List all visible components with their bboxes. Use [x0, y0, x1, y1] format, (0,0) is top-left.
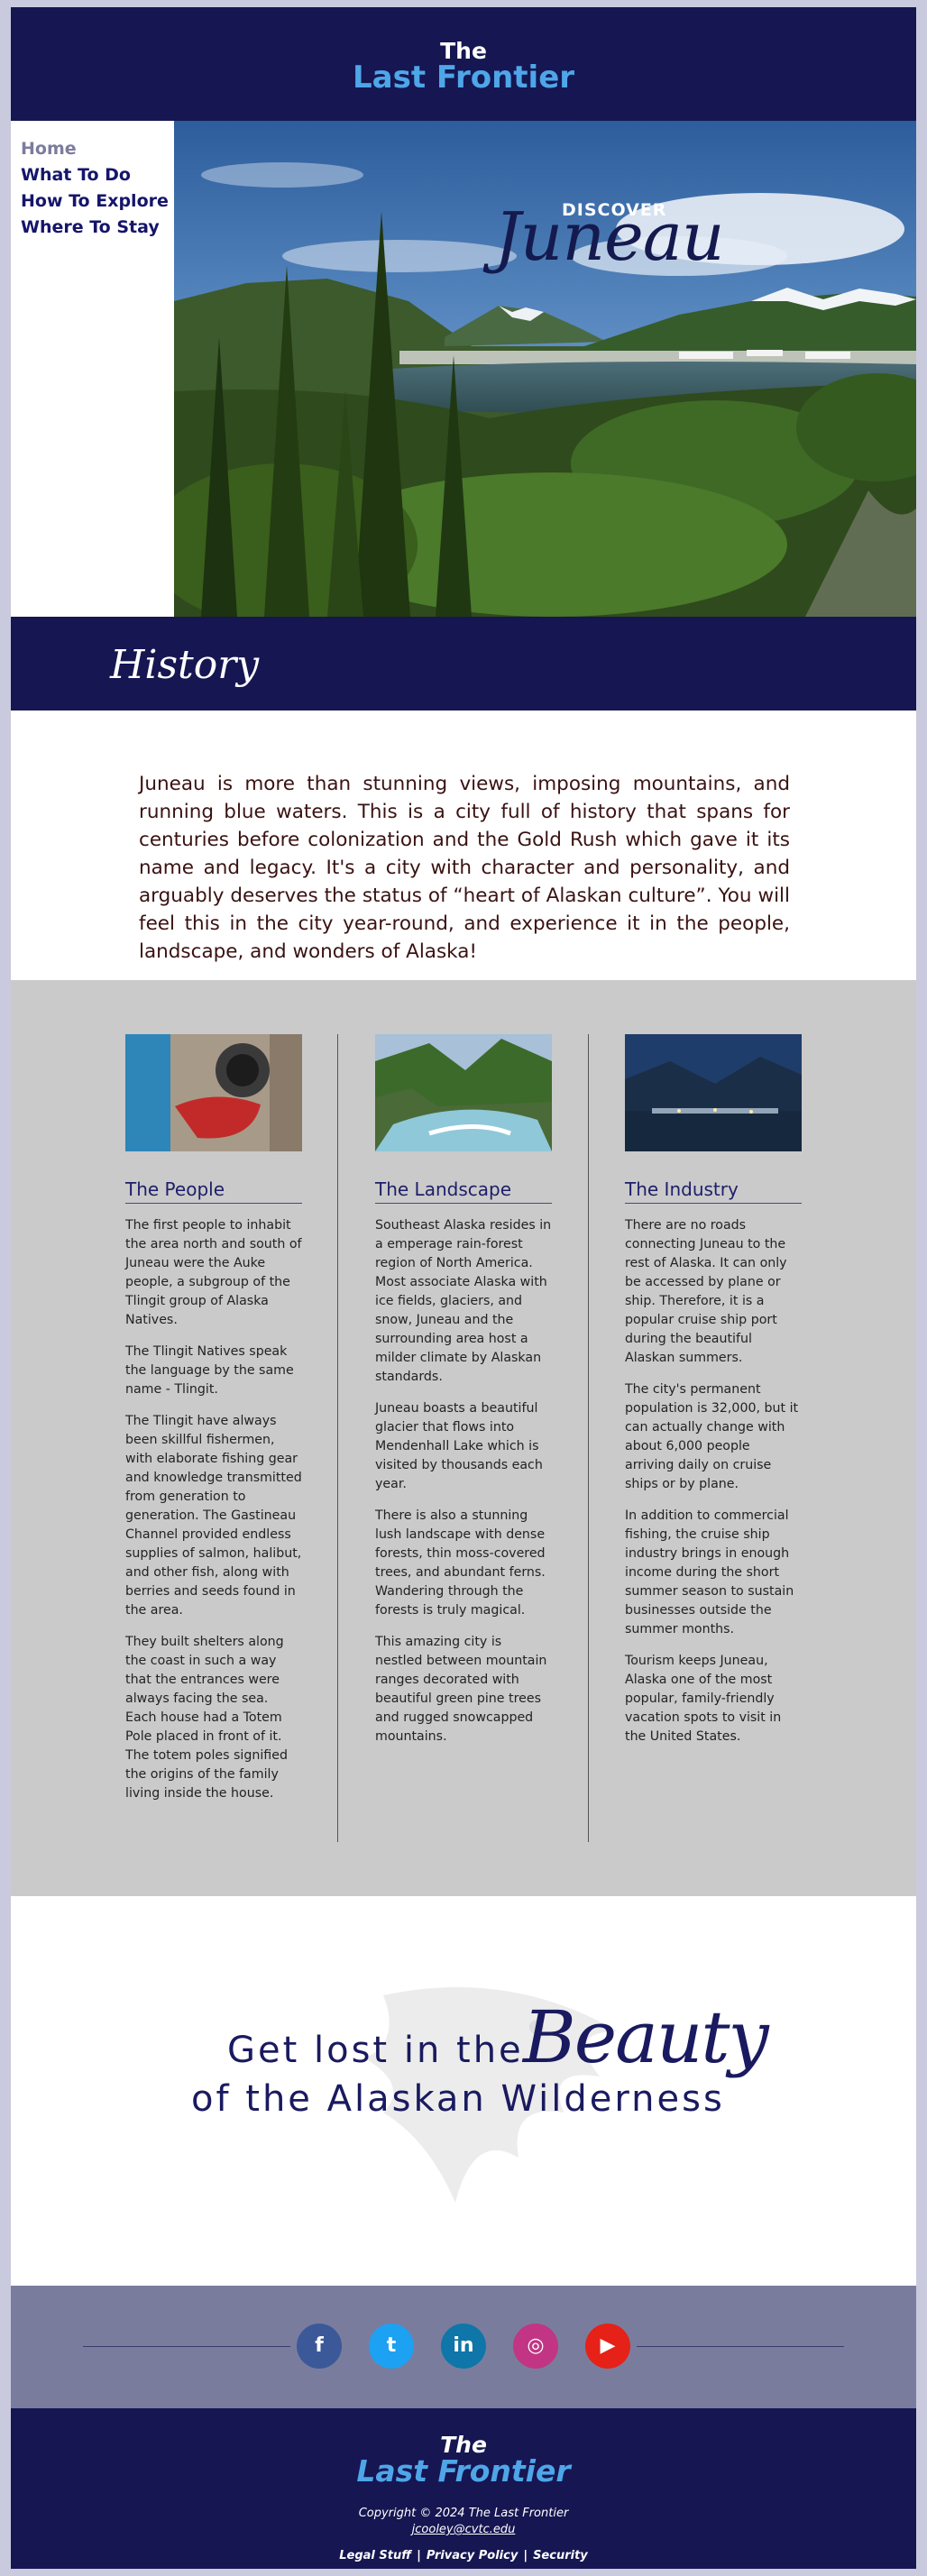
page: The Last Frontier Home What To Do How To…	[11, 7, 916, 2569]
column-title: The Landscape	[375, 1178, 552, 1204]
column-landscape: The Landscape Southeast Alaska resides i…	[375, 1034, 552, 1746]
nav-how-to-explore[interactable]: How To Explore	[11, 188, 173, 215]
harbor-night-image	[625, 1034, 802, 1151]
footer-link-legal[interactable]: Legal Stuff	[339, 2549, 411, 2562]
history-heading: History	[110, 642, 260, 688]
beauty-banner: Get lost in the Beauty of the Alaskan Wi…	[11, 1896, 916, 2286]
social-line-right	[637, 2346, 844, 2347]
column-paragraph: They built shelters along the coast in s…	[125, 1635, 288, 1801]
beauty-line-1: Get lost in the	[227, 2030, 524, 2071]
twitter-icon[interactable]: t	[369, 2324, 414, 2369]
logo-name[interactable]: Last Frontier	[11, 60, 916, 96]
history-band: History	[11, 617, 916, 710]
column-paragraph: The first people to inhabit the area nor…	[125, 1218, 302, 1327]
column-people: The People The first people to inhabit t…	[125, 1034, 302, 1803]
instagram-icon[interactable]: ◎	[513, 2324, 558, 2369]
social-bar: f t in ◎ ▶	[11, 2286, 916, 2408]
linkedin-icon[interactable]: in	[441, 2324, 486, 2369]
river-landscape-image	[375, 1034, 552, 1151]
nav-home[interactable]: Home	[11, 136, 173, 162]
nav-where-to-stay[interactable]: Where To Stay	[11, 215, 173, 241]
column-paragraph: The Tlingit Natives speak the language b…	[125, 1344, 294, 1397]
facebook-icon[interactable]: f	[297, 2324, 342, 2369]
hero-landscape	[174, 121, 916, 617]
footer-email-link[interactable]: jcooley@cvtc.edu	[11, 2523, 916, 2536]
column-divider	[337, 1034, 338, 1842]
column-paragraph: This amazing city is nestled between mou…	[375, 1635, 547, 1744]
column-paragraph: Juneau boasts a beautiful glacier that f…	[375, 1401, 543, 1491]
beauty-word: Beauty	[523, 1995, 769, 2079]
site-footer: The Last Frontier Copyright © 2024 The L…	[11, 2408, 916, 2569]
column-title: The People	[125, 1178, 302, 1204]
footer-links: Legal Stuff | Privacy Policy | Security	[339, 2549, 588, 2562]
social-line-left	[83, 2346, 290, 2347]
info-columns: The People The first people to inhabit t…	[11, 980, 916, 1896]
footer-logo-name[interactable]: Last Frontier	[11, 2453, 916, 2489]
column-paragraph: There is also a stunning lush landscape …	[375, 1508, 546, 1618]
column-paragraph: Tourism keeps Juneau, Alaska one of the …	[625, 1654, 782, 1744]
hero-city: Juneau	[494, 198, 725, 276]
column-industry: The Industry There are no roads connecti…	[625, 1034, 802, 1746]
totem-pole-image	[125, 1034, 302, 1151]
column-paragraph: In addition to commercial fishing, the c…	[625, 1508, 794, 1636]
footer-link-security[interactable]: Security	[533, 2549, 588, 2562]
column-paragraph: Southeast Alaska resides in a emperage r…	[375, 1218, 552, 1384]
column-paragraph: There are no roads connecting Juneau to …	[625, 1218, 787, 1365]
beauty-line-2: of the Alaskan Wilderness	[191, 2078, 725, 2120]
nav-what-to-do[interactable]: What To Do	[11, 162, 173, 188]
youtube-icon[interactable]: ▶	[585, 2324, 630, 2369]
column-title: The Industry	[625, 1178, 802, 1204]
footer-link-privacy[interactable]: Privacy Policy	[427, 2549, 519, 2562]
side-nav: Home What To Do How To Explore Where To …	[11, 121, 173, 617]
column-divider	[588, 1034, 589, 1842]
site-header: The Last Frontier	[11, 7, 916, 121]
history-text: Juneau is more than stunning views, impo…	[139, 772, 790, 963]
column-paragraph: The city's permanent population is 32,00…	[625, 1382, 799, 1491]
column-paragraph: The Tlingit have always been skillful fi…	[125, 1414, 302, 1618]
footer-copyright: Copyright © 2024 The Last Frontier	[358, 2507, 569, 2520]
hero-image: DISCOVER Juneau	[174, 121, 916, 617]
